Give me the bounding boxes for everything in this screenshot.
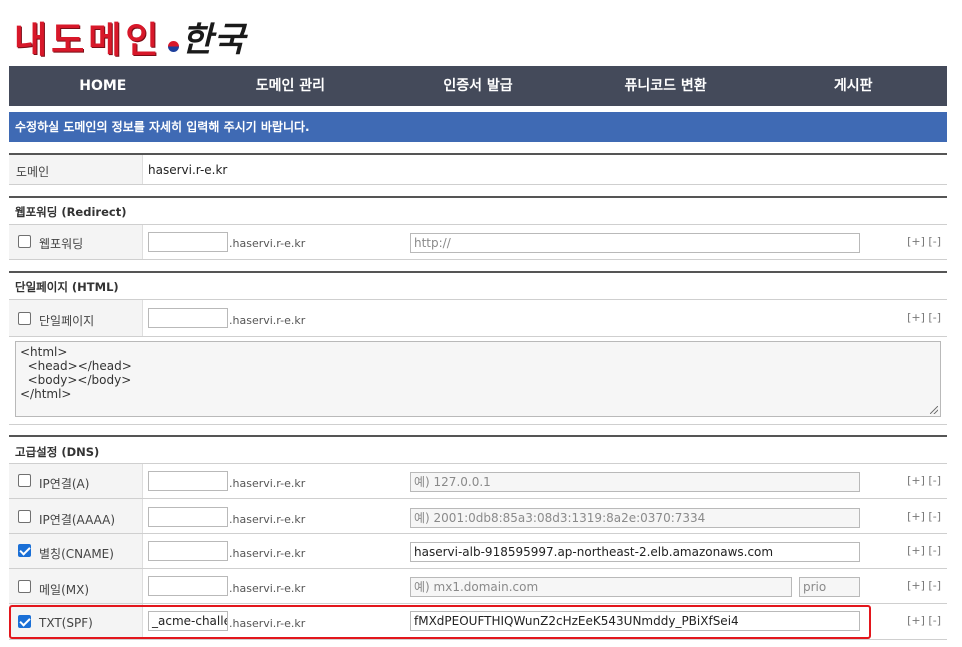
dns-section-title: 고급설정 (DNS) xyxy=(15,445,100,459)
nav-domain-manage[interactable]: 도메인 관리 xyxy=(197,66,385,106)
html-section-title: 단일페이지 (HTML) xyxy=(15,280,119,294)
dns-row-cname: 별칭(CNAME) .haservi.r-e.kr haservi-alb-91… xyxy=(9,534,947,569)
html-checkbox[interactable] xyxy=(18,312,31,325)
redirect-subdomain-input[interactable] xyxy=(148,232,228,252)
dns-row-txt: TXT(SPF) _acme-challenge .haservi.r-e.kr… xyxy=(9,604,947,640)
resize-handle-icon[interactable] xyxy=(930,406,938,414)
html-content-text: <html> <head></head> <body></body> </htm… xyxy=(20,345,132,401)
dns-aaaa-plusminus[interactable]: [+] [-] xyxy=(907,510,941,523)
dns-mx-suffix: .haservi.r-e.kr xyxy=(229,582,306,595)
dns-cname-checkbox[interactable] xyxy=(18,544,31,557)
redirect-url-input[interactable]: http:// xyxy=(410,233,860,253)
redirect-checkbox[interactable] xyxy=(18,235,31,248)
dns-txt-plusminus[interactable]: [+] [-] xyxy=(907,614,941,627)
nav-punycode[interactable]: 퓨니코드 변환 xyxy=(572,66,760,106)
redirect-section-header: 웹포워딩 (Redirect) xyxy=(9,196,947,225)
logo-sub-text: 한국 xyxy=(181,20,247,60)
dns-aaaa-checkbox[interactable] xyxy=(18,510,31,523)
dns-cname-value-input[interactable]: haservi-alb-918595997.ap-northeast-2.elb… xyxy=(410,542,860,562)
dns-a-label: IP연결(A) xyxy=(39,477,90,491)
html-subdomain-input[interactable] xyxy=(148,308,228,328)
dns-mx-label: 메일(MX) xyxy=(39,583,90,597)
site-logo[interactable]: 내도메인 한국 xyxy=(14,14,246,60)
redirect-section-title: 웹포워딩 (Redirect) xyxy=(15,205,127,219)
html-section-header: 단일페이지 (HTML) xyxy=(9,271,947,300)
domain-label: 도메인 xyxy=(16,165,50,179)
redirect-plusminus[interactable]: [+] [-] xyxy=(907,235,941,248)
dns-mx-plusminus[interactable]: [+] [-] xyxy=(907,579,941,592)
dns-mx-prio-input[interactable]: prio xyxy=(799,577,860,597)
domain-row: 도메인 haservi.r-e.kr xyxy=(9,153,947,185)
dns-aaaa-value-input[interactable]: 예) 2001:0db8:85a3:08d3:1319:8a2e:0370:73… xyxy=(410,508,860,528)
dns-row-a: IP연결(A) .haservi.r-e.kr 예) 127.0.0.1 [+]… xyxy=(9,464,947,499)
dns-a-suffix: .haservi.r-e.kr xyxy=(229,477,306,490)
nav-certificate[interactable]: 인증서 발급 xyxy=(384,66,572,106)
html-suffix: .haservi.r-e.kr xyxy=(229,314,306,327)
dns-a-value-input[interactable]: 예) 127.0.0.1 xyxy=(410,472,860,492)
html-plusminus[interactable]: [+] [-] xyxy=(907,311,941,324)
dns-row-aaaa: IP연결(AAAA) .haservi.r-e.kr 예) 2001:0db8:… xyxy=(9,499,947,534)
dns-row-mx: 메일(MX) .haservi.r-e.kr 예) mx1.domain.com… xyxy=(9,569,947,604)
html-row: 단일페이지 .haservi.r-e.kr [+] [-] xyxy=(9,300,947,337)
notice-bar: 수정하실 도메인의 정보를 자세히 입력해 주시기 바랍니다. xyxy=(9,112,947,142)
dns-a-plusminus[interactable]: [+] [-] xyxy=(907,474,941,487)
dns-mx-checkbox[interactable] xyxy=(18,580,31,593)
dns-txt-subdomain-input[interactable]: _acme-challenge xyxy=(148,611,228,631)
dns-aaaa-suffix: .haservi.r-e.kr xyxy=(229,513,306,526)
html-content-textarea[interactable]: <html> <head></head> <body></body> </htm… xyxy=(15,341,941,417)
redirect-suffix: .haservi.r-e.kr xyxy=(229,237,306,250)
redirect-row: 웹포워딩 .haservi.r-e.kr http:// [+] [-] xyxy=(9,225,947,260)
dns-cname-suffix: .haservi.r-e.kr xyxy=(229,547,306,560)
logo-dot-icon xyxy=(168,41,180,52)
dns-a-checkbox[interactable] xyxy=(18,474,31,487)
dns-section-header: 고급설정 (DNS) xyxy=(9,435,947,464)
dns-mx-subdomain-input[interactable] xyxy=(148,576,228,596)
nav-home[interactable]: HOME xyxy=(9,66,197,106)
logo-main-text: 내도메인 xyxy=(14,19,163,61)
html-content-row: <html> <head></head> <body></body> </htm… xyxy=(9,337,947,425)
redirect-label: 웹포워딩 xyxy=(39,237,84,251)
dns-txt-value-input[interactable]: fMXdPEOUFTHIQWunZ2cHzEeK543UNmddy_PBiXfS… xyxy=(410,611,860,631)
html-label: 단일페이지 xyxy=(39,314,95,328)
dns-txt-suffix: .haservi.r-e.kr xyxy=(229,617,306,630)
main-nav: HOME 도메인 관리 인증서 발급 퓨니코드 변환 게시판 xyxy=(9,66,947,106)
dns-mx-value-input[interactable]: 예) mx1.domain.com xyxy=(410,577,792,597)
dns-cname-subdomain-input[interactable] xyxy=(148,541,228,561)
dns-aaaa-label: IP연결(AAAA) xyxy=(39,513,116,527)
domain-value: haservi.r-e.kr xyxy=(148,163,228,177)
dns-cname-label: 별칭(CNAME) xyxy=(39,547,114,561)
dns-a-subdomain-input[interactable] xyxy=(148,471,228,491)
dns-cname-plusminus[interactable]: [+] [-] xyxy=(907,544,941,557)
dns-txt-checkbox[interactable] xyxy=(18,615,31,628)
nav-board[interactable]: 게시판 xyxy=(759,66,947,106)
dns-aaaa-subdomain-input[interactable] xyxy=(148,507,228,527)
dns-txt-label: TXT(SPF) xyxy=(39,616,93,630)
